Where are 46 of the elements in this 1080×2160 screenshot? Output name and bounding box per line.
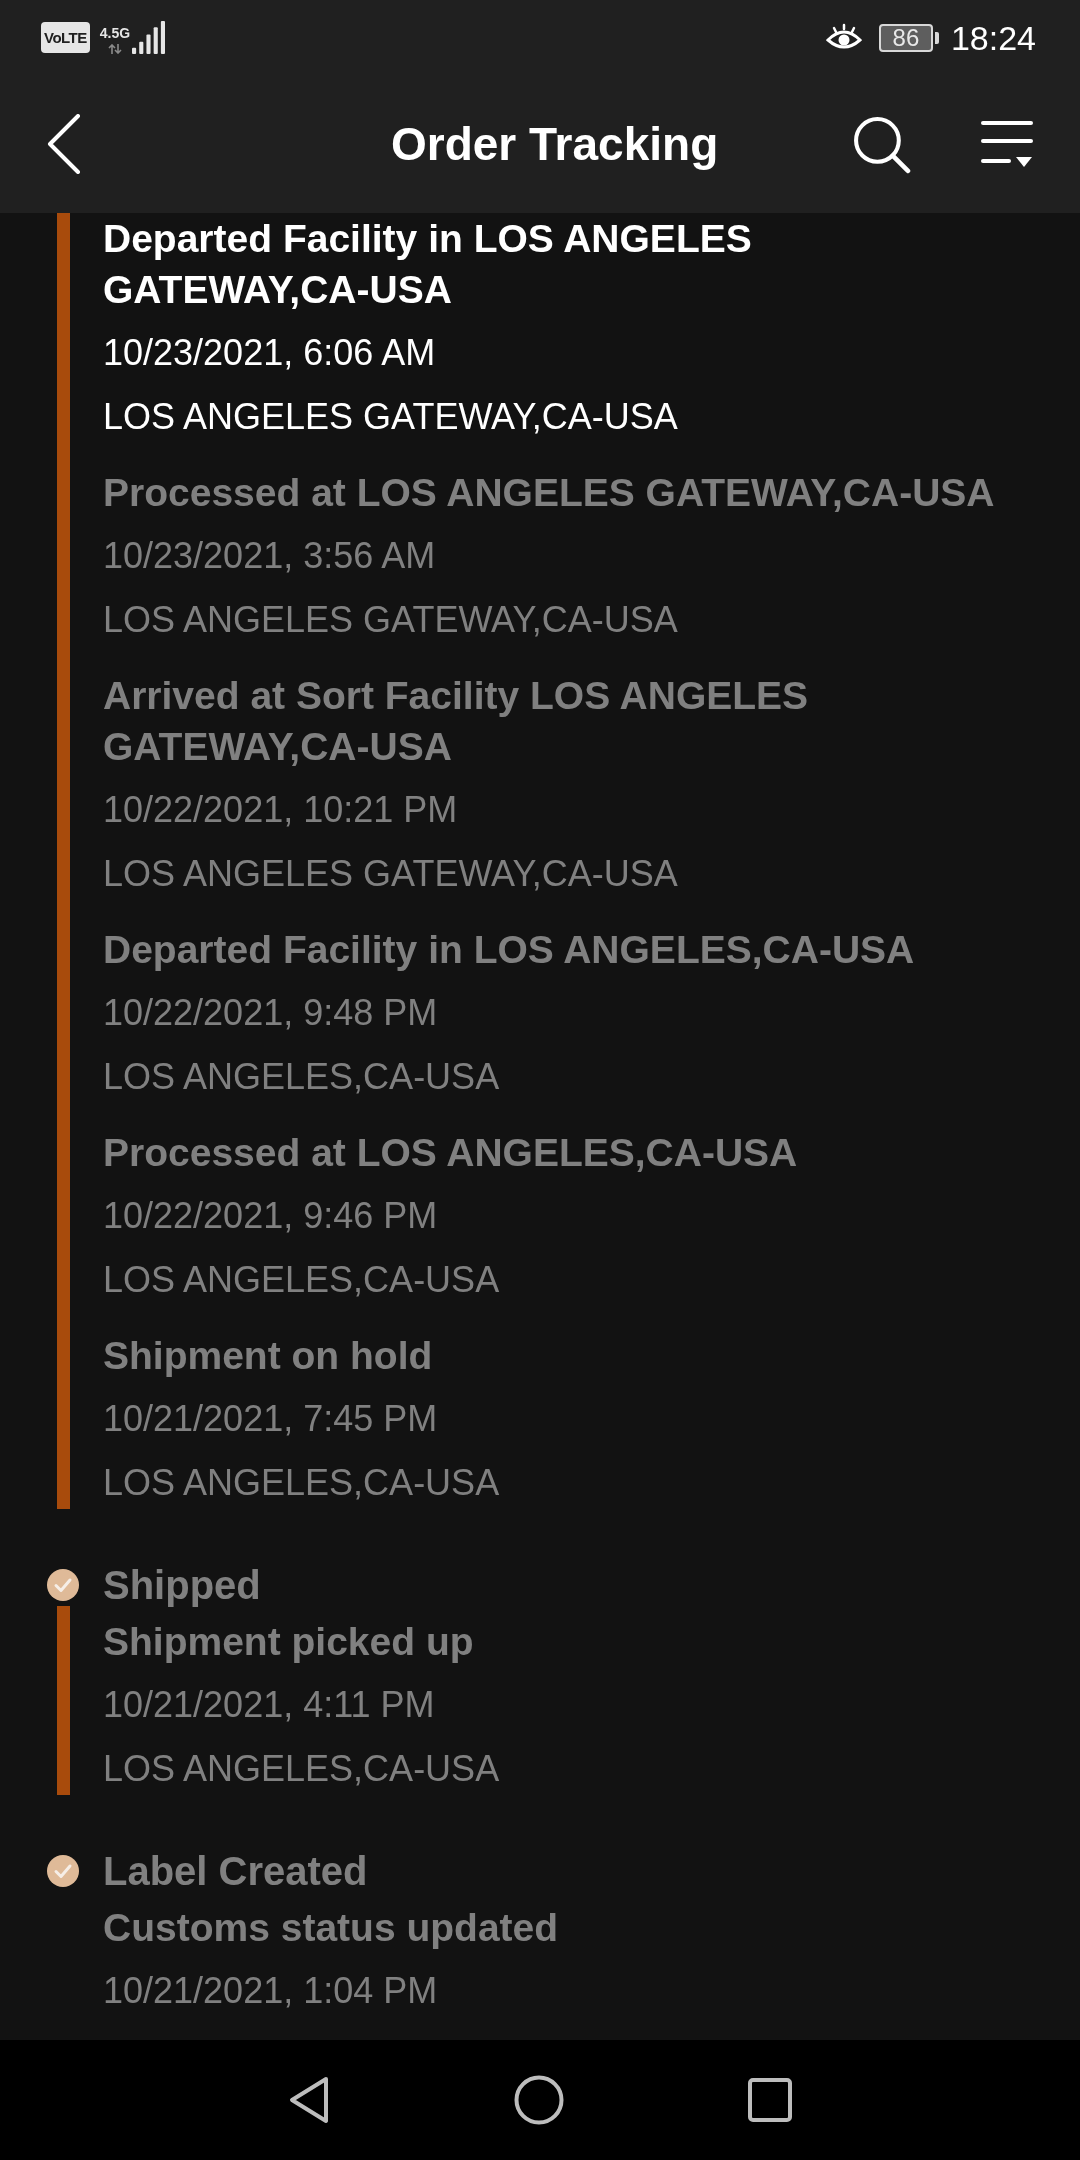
event-title: Departed Facility in LOS ANGELES,CA-USA	[103, 927, 915, 973]
event-location: LOS ANGELES GATEWAY,CA-USA	[103, 852, 678, 896]
recents-button[interactable]	[748, 2078, 792, 2122]
event-location: LOS ANGELES GATEWAY,CA-USA	[103, 598, 678, 642]
home-button[interactable]	[514, 2075, 564, 2125]
volte-badge: VoLTE	[41, 22, 90, 53]
clock-time: 18:24	[950, 17, 1036, 58]
event-location: LOS ANGELES,CA-USA	[103, 1747, 500, 1791]
signal-strength-icon	[132, 21, 166, 54]
event-title: Shipment picked up	[103, 1619, 474, 1665]
event-title: Customs status updated	[103, 1905, 559, 1951]
event-title: Arrived at Sort Facility LOS ANGELES GATEWAY,CA-USA	[103, 673, 810, 770]
event-location: LOS ANGELES,CA-USA	[103, 1258, 500, 1302]
screen-title: Order Tracking	[391, 117, 719, 172]
event-title: Processed at LOS ANGELES,CA-USA	[103, 1130, 798, 1176]
event-date: 10/23/2021, 3:56 AM	[103, 534, 436, 578]
chevron-left-icon	[47, 114, 81, 174]
triangle-back-icon	[288, 2075, 330, 2125]
event-title: Departed Facility in LOS ANGELES GATEWAY,CA-USA	[103, 216, 753, 313]
event-date: 10/21/2021, 7:45 PM	[103, 1397, 438, 1441]
milestone-label: Shipped	[103, 1562, 261, 1609]
event-location: LOS ANGELES,CA-USA	[103, 1055, 500, 1099]
square-recents-icon	[748, 2078, 792, 2122]
battery-indicator: 86	[878, 23, 939, 52]
system-back-button[interactable]	[288, 2075, 330, 2125]
event-date: 10/22/2021, 10:21 PM	[103, 788, 458, 832]
back-button[interactable]	[47, 114, 81, 174]
event-title: Shipment on hold	[103, 1333, 433, 1379]
search-button[interactable]	[852, 114, 911, 174]
event-date: 10/22/2021, 9:48 PM	[103, 991, 438, 1035]
milestone-label: Label Created	[103, 1848, 368, 1895]
event-title: Processed at LOS ANGELES GATEWAY,CA-USA	[103, 470, 995, 516]
event-date: 10/21/2021, 4:11 PM	[103, 1683, 435, 1727]
event-location: LOS ANGELES,CA-USA	[103, 1461, 500, 1505]
event-date: 10/22/2021, 9:46 PM	[103, 1194, 438, 1238]
event-date: 10/23/2021, 6:06 AM	[103, 331, 436, 375]
event-location: LOS ANGELES GATEWAY,CA-USA	[103, 395, 678, 439]
sort-menu-button[interactable]	[981, 120, 1033, 168]
network-type-label: 4.5G	[99, 26, 131, 41]
data-activity-icon	[107, 44, 122, 54]
check-circle-icon	[47, 1855, 79, 1887]
check-circle-icon	[47, 1569, 79, 1601]
menu-dropdown-icon	[981, 120, 1033, 168]
event-date: 10/21/2021, 1:04 PM	[103, 1969, 438, 2013]
circle-home-icon	[514, 2075, 564, 2125]
search-icon	[852, 114, 911, 174]
